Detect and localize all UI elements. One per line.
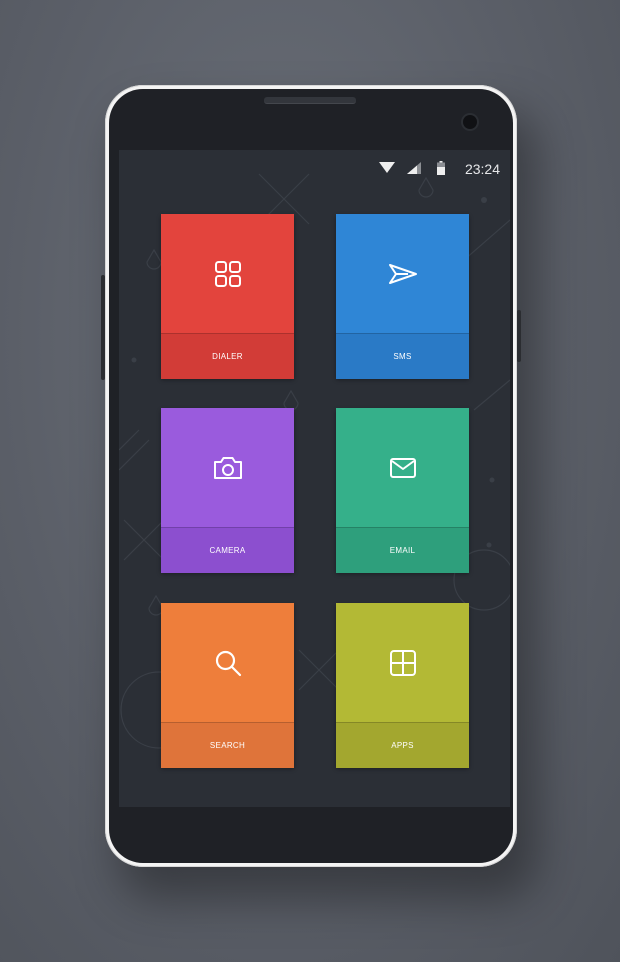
send-icon	[388, 263, 417, 284]
tile-search[interactable]: SEARCH	[161, 603, 294, 768]
tile-camera-face	[161, 408, 294, 527]
tile-dialer-label: DIALER	[212, 352, 243, 361]
tile-email-label: EMAIL	[389, 546, 416, 555]
wifi-icon	[379, 162, 395, 173]
tile-apps-face	[336, 603, 469, 722]
phone-body: 23:24 DIALER SMS CAMERA EMAIL SEARCH APP…	[109, 89, 513, 863]
front-camera	[463, 115, 477, 129]
tile-dialer-face	[161, 214, 294, 333]
tile-sms[interactable]: SMS	[336, 214, 469, 379]
tile-camera[interactable]: CAMERA	[161, 408, 294, 573]
power-button	[517, 310, 521, 362]
signal-icon	[407, 162, 421, 174]
tile-search-footer: SEARCH	[161, 722, 294, 768]
status-bar: 23:24	[119, 150, 510, 186]
tile-search-label: SEARCH	[209, 741, 246, 750]
battery-icon	[437, 161, 445, 175]
tile-apps[interactable]: APPS	[336, 603, 469, 768]
tile-sms-label: SMS	[393, 352, 412, 361]
status-time: 23:24	[464, 161, 500, 177]
camera-icon	[213, 456, 242, 479]
apps-icon	[389, 649, 416, 676]
tile-camera-label: CAMERA	[209, 546, 246, 555]
tile-email-footer: EMAIL	[336, 527, 469, 573]
tile-dialer-footer: DIALER	[161, 333, 294, 379]
search-icon	[215, 650, 241, 676]
phone-frame: 23:24 DIALER SMS CAMERA EMAIL SEARCH APP…	[105, 85, 517, 867]
mail-icon	[389, 457, 416, 478]
earpiece-speaker	[264, 97, 356, 104]
tile-sms-face	[336, 214, 469, 333]
tile-apps-footer: APPS	[336, 722, 469, 768]
grid-four-icon	[214, 260, 241, 287]
tile-email-face	[336, 408, 469, 527]
home-screen: 23:24 DIALER SMS CAMERA EMAIL SEARCH APP…	[119, 150, 510, 807]
tile-search-face	[161, 603, 294, 722]
tile-camera-footer: CAMERA	[161, 527, 294, 573]
tile-dialer[interactable]: DIALER	[161, 214, 294, 379]
tile-apps-label: APPS	[391, 741, 414, 750]
tile-email[interactable]: EMAIL	[336, 408, 469, 573]
tile-sms-footer: SMS	[336, 333, 469, 379]
